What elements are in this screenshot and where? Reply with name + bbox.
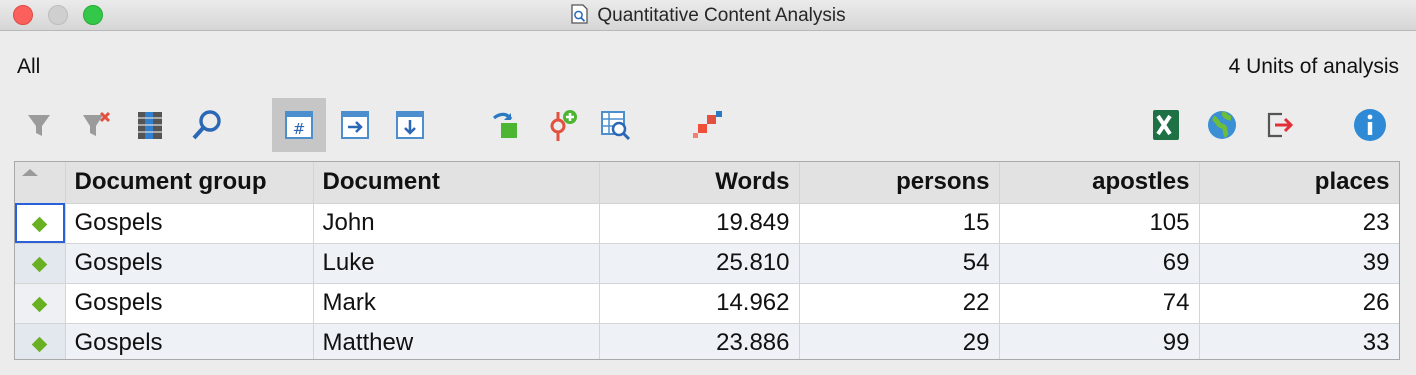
cell-places[interactable]: 23: [1199, 203, 1399, 244]
units-count-label: 4 Units of analysis: [1228, 55, 1399, 78]
title-bar: Quantitative Content Analysis: [0, 0, 1416, 31]
diamond-icon: [31, 216, 48, 233]
search-icon: [192, 110, 221, 140]
cell-document[interactable]: John: [313, 203, 600, 244]
table-columns-button[interactable]: [123, 98, 177, 152]
filter-button[interactable]: [12, 98, 66, 152]
cell-document-group[interactable]: Gospels: [65, 203, 314, 244]
cell-places[interactable]: 26: [1199, 283, 1399, 324]
row-selector[interactable]: [15, 243, 66, 284]
table-columns-icon: [138, 112, 162, 139]
column-header-places[interactable]: places: [1199, 162, 1399, 204]
column-header-document-group[interactable]: Document group: [65, 162, 314, 204]
clear-filter-icon: [83, 111, 111, 136]
clear-filter-button[interactable]: [69, 98, 123, 152]
code-tiles-button[interactable]: [681, 98, 735, 152]
cell-document-group[interactable]: Gospels: [65, 323, 314, 359]
cell-places[interactable]: 33: [1199, 323, 1399, 359]
cell-words[interactable]: 14.962: [599, 283, 800, 324]
cell-document-group[interactable]: Gospels: [65, 243, 314, 284]
cell-apostles[interactable]: 69: [999, 243, 1200, 284]
export-excel-button[interactable]: [1138, 98, 1192, 152]
count-hash-icon: #: [285, 111, 313, 139]
select-all-corner[interactable]: [15, 162, 66, 204]
diamond-icon: [31, 296, 48, 313]
export-icon: [1267, 112, 1294, 138]
column-header-persons[interactable]: persons: [799, 162, 1000, 204]
cell-persons[interactable]: 54: [799, 243, 1000, 284]
export-to-set-button[interactable]: [478, 98, 532, 152]
table-row[interactable]: Gospels Mark 14.962 22 74 26: [15, 283, 1399, 324]
view-table-icon: [601, 111, 631, 141]
move-down-icon: [396, 111, 424, 139]
column-header-words[interactable]: Words: [599, 162, 800, 204]
diamond-icon: [31, 256, 48, 273]
show-counts-button[interactable]: #: [272, 98, 326, 152]
move-right-icon: [341, 111, 369, 139]
table-row[interactable]: Gospels John 19.849 15 105 23: [15, 203, 1399, 244]
info-button[interactable]: [1343, 98, 1397, 152]
table-row[interactable]: Gospels Matthew 23.886 29 99 33: [15, 323, 1399, 359]
results-table: Document group Document Words persons ap…: [14, 161, 1400, 360]
view-table-button[interactable]: [588, 98, 642, 152]
cell-apostles[interactable]: 74: [999, 283, 1200, 324]
row-selector[interactable]: [15, 203, 66, 244]
sort-up-icon: [22, 169, 38, 176]
tiles-icon: [693, 111, 722, 138]
column-header-apostles[interactable]: apostles: [999, 162, 1200, 204]
cell-apostles[interactable]: 99: [999, 323, 1200, 359]
document-search-icon: [571, 4, 589, 24]
cell-persons[interactable]: 29: [799, 323, 1000, 359]
cell-words[interactable]: 25.810: [599, 243, 800, 284]
svg-text:#: #: [293, 120, 306, 138]
cell-document-group[interactable]: Gospels: [65, 283, 314, 324]
export-to-set-icon: [492, 112, 517, 138]
cell-document[interactable]: Luke: [313, 243, 600, 284]
row-selector[interactable]: [15, 283, 66, 324]
diamond-icon: [31, 336, 48, 353]
info-icon: [1354, 109, 1386, 141]
cell-persons[interactable]: 22: [799, 283, 1000, 324]
window-title-text: Quantitative Content Analysis: [597, 5, 846, 26]
move-down-button[interactable]: [383, 98, 437, 152]
cell-persons[interactable]: 15: [799, 203, 1000, 244]
cell-words[interactable]: 23.886: [599, 323, 800, 359]
window-title: Quantitative Content Analysis: [0, 4, 1416, 27]
move-right-button[interactable]: [328, 98, 382, 152]
table-row[interactable]: Gospels Luke 25.810 54 69 39: [15, 243, 1399, 284]
cell-document[interactable]: Matthew: [313, 323, 600, 359]
search-button[interactable]: [180, 98, 234, 152]
cell-places[interactable]: 39: [1199, 243, 1399, 284]
export-html-button[interactable]: [1195, 98, 1249, 152]
cell-document[interactable]: Mark: [313, 283, 600, 324]
cell-words[interactable]: 19.849: [599, 203, 800, 244]
cell-apostles[interactable]: 105: [999, 203, 1200, 244]
row-selector[interactable]: [15, 323, 66, 359]
add-code-button[interactable]: [535, 98, 589, 152]
add-code-icon: [550, 110, 577, 141]
excel-icon: [1153, 110, 1179, 140]
globe-icon: [1208, 110, 1236, 139]
column-header-document[interactable]: Document: [313, 162, 600, 204]
filter-icon: [28, 115, 50, 136]
table-header-row: Document group Document Words persons ap…: [15, 162, 1399, 204]
scope-label: All: [17, 55, 41, 78]
export-button[interactable]: [1252, 98, 1306, 152]
